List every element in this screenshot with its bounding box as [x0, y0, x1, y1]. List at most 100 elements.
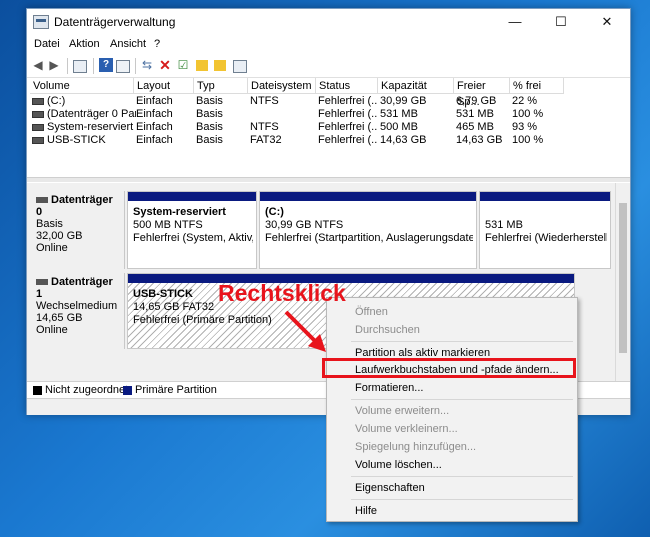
menu-item-hilfe[interactable]: Hilfe: [355, 505, 377, 517]
legend-primary-label: Primäre Partition: [135, 384, 217, 396]
col-typ[interactable]: Typ: [194, 78, 248, 94]
col-prozent-frei[interactable]: % frei: [510, 78, 564, 94]
volume-icon: [32, 97, 44, 105]
disk-icon: [36, 279, 48, 286]
disk-0-info[interactable]: Datenträger 0 Basis 32,00 GB Online: [31, 191, 125, 269]
cell-prozent-frei: 100 %: [512, 134, 544, 146]
menu-item-spiegelung[interactable]: Spiegelung hinzufügen...: [355, 441, 476, 453]
primary-partition-bar: [128, 192, 256, 201]
minimize-button[interactable]: —: [492, 9, 538, 35]
cell-volume: System-reserviert: [47, 121, 134, 133]
help-icon[interactable]: ?: [99, 58, 113, 72]
volume-icon: [32, 110, 44, 118]
highlight-box: [322, 358, 576, 378]
col-layout[interactable]: Layout: [134, 78, 194, 94]
partition-size: 500 MB NTFS: [133, 219, 203, 231]
title-bar[interactable]: Datenträgerverwaltung — ☐ ✕: [27, 9, 630, 35]
cell-freier-speicher: 531 MB: [456, 108, 494, 120]
disk-size: 32,00 GB: [36, 230, 83, 242]
partition-status: Fehlerfrei (System, Aktiv, Pri: [133, 232, 253, 244]
partition-status: Fehlerfrei (Wiederherstellung: [485, 232, 607, 244]
disk-management-icon: [33, 15, 49, 29]
cell-typ: Basis: [196, 121, 223, 133]
disk-1-info[interactable]: Datenträger 1 Wechselmedium 14,65 GB Onl…: [31, 273, 125, 349]
cell-layout: Einfach: [136, 121, 173, 133]
toolbar-separator: [93, 58, 94, 74]
pane-splitter[interactable]: [27, 177, 630, 182]
cell-typ: Basis: [196, 108, 223, 120]
menu-item-durchsuchen[interactable]: Durchsuchen: [355, 324, 420, 336]
partition-recovery[interactable]: 531 MB Fehlerfrei (Wiederherstellung: [479, 191, 611, 269]
col-volume[interactable]: Volume: [30, 78, 134, 94]
menu-separator: [351, 476, 573, 477]
close-button[interactable]: ✕: [584, 9, 630, 35]
volume-list: Volume Layout Typ Dateisystem Status Kap…: [30, 78, 627, 173]
check-icon[interactable]: ☑: [176, 58, 190, 72]
cell-status: Fehlerfrei (...: [318, 121, 378, 133]
col-freier-speicher[interactable]: Freier Sp...: [454, 78, 510, 108]
menu-bar: Datei Aktion Ansicht ?: [27, 36, 630, 54]
annotation-arrow-icon: [284, 310, 326, 352]
col-kapazitaet[interactable]: Kapazität: [378, 78, 454, 94]
partition-size: 531 MB: [485, 219, 523, 231]
menu-item-volume-erweitern[interactable]: Volume erweitern...: [355, 405, 449, 417]
toolbar: ◀ ▶ ? ⇆ ✕ ☑: [27, 55, 630, 78]
cell-kapazitaet: 500 MB: [380, 121, 418, 133]
cell-status: Fehlerfrei (...: [318, 95, 378, 107]
disk-state: Online: [36, 324, 68, 336]
primary-partition-bar: [260, 192, 476, 201]
partition-name: System-reserviert: [133, 206, 226, 218]
partition-status: Fehlerfrei (Startpartition, Auslagerungs…: [265, 232, 473, 244]
cell-freier-speicher: 465 MB: [456, 121, 494, 133]
disk-type: Basis: [36, 218, 63, 230]
console-tree-icon[interactable]: [73, 60, 87, 73]
partition-c[interactable]: (C:) 30,99 GB NTFS Fehlerfrei (Startpart…: [259, 191, 477, 269]
menu-aktion[interactable]: Aktion: [69, 38, 100, 50]
cell-status: Fehlerfrei (...: [318, 108, 378, 120]
connect-icon[interactable]: ⇆: [140, 58, 154, 72]
partition-size: 30,99 GB NTFS: [265, 219, 344, 231]
primary-partition-bar: [480, 192, 610, 201]
col-dateisystem[interactable]: Dateisystem: [248, 78, 316, 94]
cell-prozent-frei: 22 %: [512, 95, 538, 107]
cell-typ: Basis: [196, 95, 223, 107]
cell-prozent-frei: 100 %: [512, 108, 544, 120]
menu-datei[interactable]: Datei: [34, 38, 60, 50]
menu-help[interactable]: ?: [154, 38, 160, 50]
forward-icon[interactable]: ▶: [47, 58, 61, 72]
menu-item-volume-loeschen[interactable]: Volume löschen...: [355, 459, 442, 471]
toolbar-separator: [135, 58, 136, 74]
graph-scrollbar[interactable]: [615, 183, 630, 381]
menu-item-formatieren[interactable]: Formatieren...: [355, 382, 423, 394]
menu-item-oeffnen[interactable]: Öffnen: [355, 306, 388, 318]
maximize-button[interactable]: ☐: [538, 9, 584, 35]
cell-volume: USB-STICK: [47, 134, 106, 146]
delete-icon[interactable]: ✕: [158, 58, 172, 72]
cell-freier-speicher: 6,79 GB: [456, 95, 497, 107]
cell-freier-speicher: 14,63 GB: [456, 134, 503, 146]
folder-up-icon[interactable]: [196, 60, 208, 71]
cell-dateisystem: FAT32: [250, 134, 282, 146]
volume-icon: [32, 123, 44, 131]
cell-volume: (Datenträger 0 Par...: [47, 108, 136, 120]
list-icon[interactable]: [233, 60, 247, 73]
disk-size: 14,65 GB: [36, 312, 83, 324]
disk-type: Wechselmedium: [36, 300, 118, 312]
scrollbar-thumb[interactable]: [619, 203, 627, 353]
back-icon[interactable]: ◀: [31, 58, 45, 72]
cell-dateisystem: NTFS: [250, 95, 279, 107]
menu-item-eigenschaften[interactable]: Eigenschaften: [355, 482, 425, 494]
cell-dateisystem: [248, 108, 250, 121]
partition-name: (C:): [265, 206, 284, 218]
volume-icon: [32, 136, 44, 144]
context-menu: Öffnen Durchsuchen Partition als aktiv m…: [326, 297, 578, 522]
menu-separator: [351, 499, 573, 500]
search-icon[interactable]: [214, 60, 226, 71]
menu-item-volume-verkleinern[interactable]: Volume verkleinern...: [355, 423, 458, 435]
partition-system-reserviert[interactable]: System-reserviert 500 MB NTFS Fehlerfrei…: [127, 191, 257, 269]
disk-state: Online: [36, 242, 68, 254]
cell-status: Fehlerfrei (...: [318, 134, 378, 146]
properties-icon[interactable]: [116, 60, 130, 73]
menu-ansicht[interactable]: Ansicht: [110, 38, 146, 50]
col-status[interactable]: Status: [316, 78, 378, 94]
